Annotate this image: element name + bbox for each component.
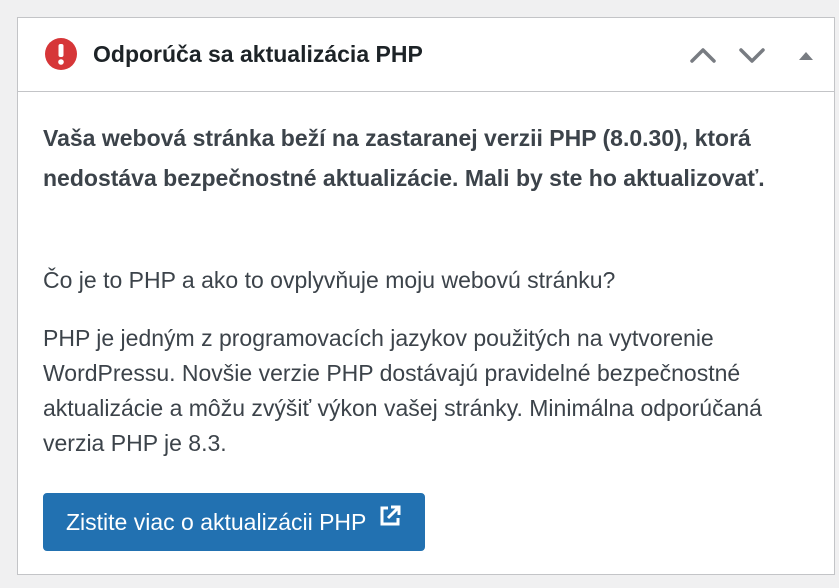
php-update-widget: Odporúča sa aktualizácia PHP Vaša webová… — [17, 17, 835, 575]
toggle-panel-button[interactable] — [791, 40, 821, 70]
move-down-button[interactable] — [737, 40, 767, 70]
triangle-up-icon — [799, 52, 813, 60]
move-up-button[interactable] — [688, 40, 718, 70]
php-question: Čo je to PHP a ako to ovplyvňuje moju we… — [43, 267, 616, 293]
widget-title: Odporúča sa aktualizácia PHP — [93, 41, 423, 67]
chevron-up-icon — [690, 48, 716, 63]
php-explanation: PHP je jedným z programovacích jazykov p… — [43, 325, 762, 456]
widget-header: Odporúča sa aktualizácia PHP — [18, 18, 834, 92]
learn-more-php-button[interactable]: Zistite viac o aktualizácii PHP — [43, 493, 426, 551]
learn-more-label: Zistite viac o aktualizácii PHP — [66, 508, 367, 535]
outdated-php-notice: Vaša webová stránka beží na zastaranej v… — [43, 125, 765, 191]
external-link-icon — [378, 504, 402, 528]
chevron-down-icon — [739, 48, 765, 63]
exclamation-circle-icon — [45, 38, 77, 70]
